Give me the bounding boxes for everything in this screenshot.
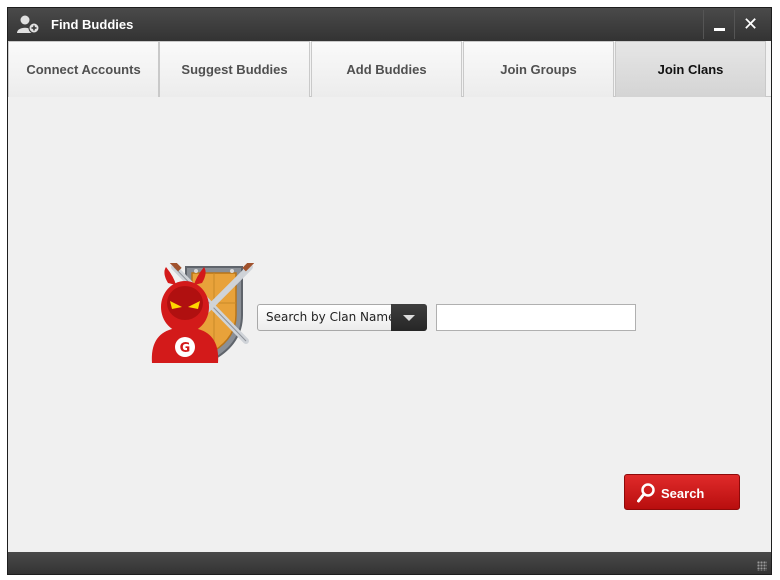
title-bar[interactable]: Find Buddies ✕ <box>8 8 771 41</box>
clan-mascot-icon: G <box>151 263 254 363</box>
close-icon: ✕ <box>743 14 759 34</box>
search-mode-selected: Search by Clan Name <box>266 310 396 324</box>
close-button[interactable]: ✕ <box>734 10 764 39</box>
chevron-down-icon[interactable] <box>391 304 427 331</box>
search-mode-dropdown[interactable]: Search by Clan Name <box>257 304 427 331</box>
tab-join-groups[interactable]: Join Groups <box>463 41 614 97</box>
tab-suggest-buddies[interactable]: Suggest Buddies <box>159 41 310 97</box>
join-clans-panel: G Search by Clan Name Search <box>8 97 771 552</box>
minimize-icon <box>714 28 725 31</box>
resize-grip-icon[interactable] <box>757 561 767 571</box>
clan-search-input[interactable] <box>436 304 636 331</box>
add-user-icon <box>17 15 40 34</box>
svg-text:G: G <box>180 341 191 356</box>
minimize-button[interactable] <box>703 10 733 39</box>
tab-connect-accounts[interactable]: Connect Accounts <box>8 41 159 97</box>
search-button-label: Search <box>661 486 705 501</box>
status-bar <box>8 552 771 574</box>
window-title: Find Buddies <box>51 17 134 32</box>
tab-join-clans[interactable]: Join Clans <box>615 41 766 97</box>
tab-bar: Connect Accounts Suggest Buddies Add Bud… <box>8 41 771 97</box>
tab-add-buddies[interactable]: Add Buddies <box>311 41 462 97</box>
find-buddies-window: Find Buddies ✕ Connect Accounts Suggest … <box>7 7 772 575</box>
search-icon <box>637 483 655 503</box>
search-button[interactable]: Search <box>624 474 740 510</box>
